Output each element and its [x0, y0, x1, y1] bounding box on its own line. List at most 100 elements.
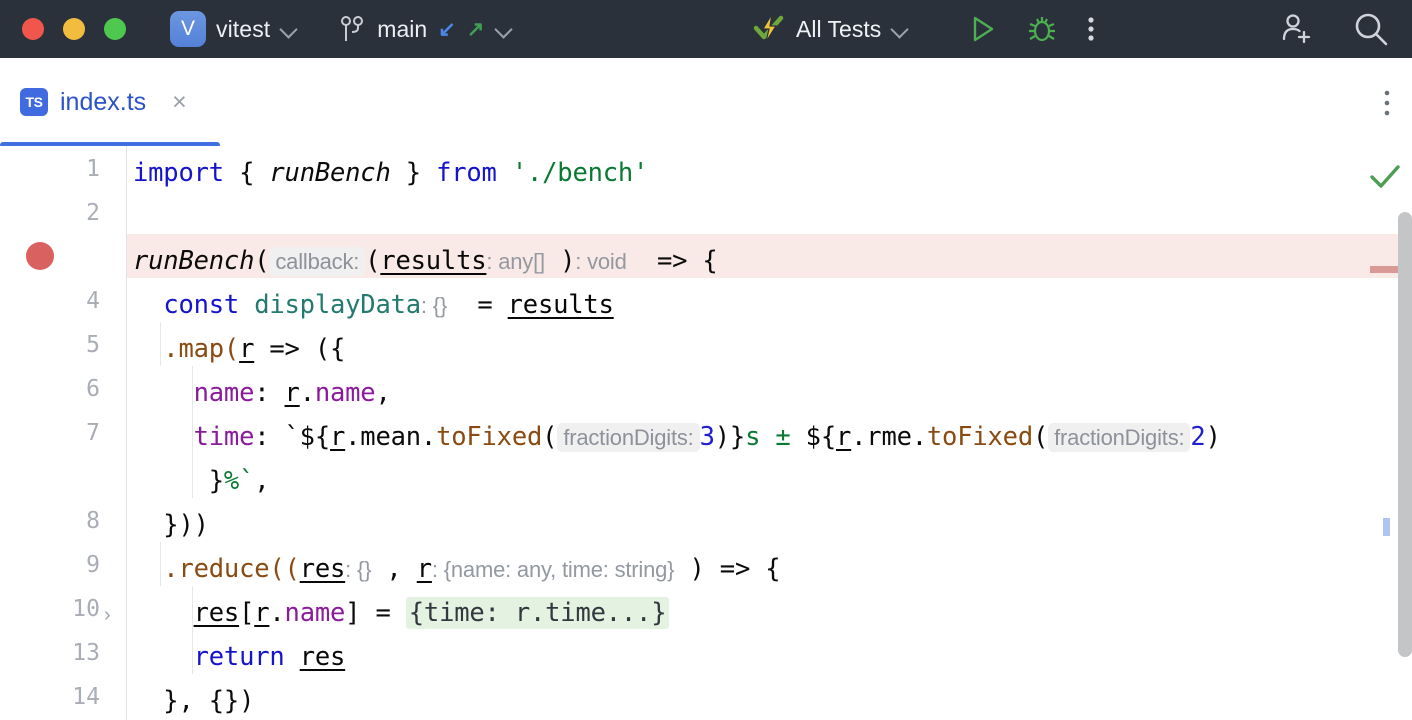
token-comma: ,	[375, 378, 390, 408]
code-line-5[interactable]: .map(r => ({	[133, 334, 345, 364]
debug-bug-icon[interactable]	[1026, 13, 1058, 45]
token-name-key: name	[133, 378, 254, 408]
code-line-6[interactable]: name: r.name,	[133, 378, 391, 408]
line-number: 1	[0, 156, 100, 182]
code-line-7[interactable]: time: `${r.mean.toFixed(fractionDigits:3…	[133, 422, 1221, 452]
token-r-ref: r	[285, 378, 300, 408]
token-from: from	[436, 158, 497, 188]
token-name-prop-2: name	[285, 598, 346, 628]
run-configuration-label: All Tests	[796, 16, 881, 43]
indent	[133, 598, 194, 628]
more-vertical-icon[interactable]	[1086, 13, 1096, 45]
vcs-branch-selector[interactable]: main ↙ ↗	[340, 14, 513, 44]
chevron-down-icon[interactable]	[280, 20, 298, 38]
code-editor[interactable]: › 1 2 4 5 6 7 8 9 10 13 14 import { runB…	[0, 146, 1412, 720]
token-paren-2: (	[1033, 422, 1048, 452]
token-colon: :	[254, 422, 284, 452]
code-line-9[interactable]: .reduce((res: {} , r: {name: any, time: …	[133, 554, 780, 584]
code-line-13[interactable]: return res	[133, 642, 345, 672]
outgoing-changes-icon[interactable]: ↗	[467, 19, 485, 40]
token-interp-open-2: ${	[806, 422, 836, 452]
token-brace-open: {	[224, 158, 269, 188]
code-line-1[interactable]: import { runBench } from './bench'	[133, 158, 648, 188]
run-configuration-selector[interactable]: All Tests	[752, 12, 909, 46]
change-stripe-marker[interactable]	[1383, 518, 1390, 536]
code-line-8[interactable]: }))	[133, 510, 209, 540]
line-number: 6	[0, 376, 100, 402]
token-map: .map(	[133, 334, 239, 364]
minimize-window-button[interactable]	[63, 18, 85, 40]
token-time-key: time	[133, 422, 254, 452]
title-bar-right-actions	[1278, 10, 1390, 48]
token-name-prop: name	[315, 378, 376, 408]
code-line-10[interactable]: res[r.name] = {time: r.time...}	[133, 598, 669, 628]
breakpoint-marker[interactable]	[26, 242, 54, 270]
token-module-path: './bench'	[497, 158, 649, 188]
token-arrow-open: => ({	[254, 334, 345, 364]
token-close-reduce: }, {})	[133, 686, 254, 716]
token-displaydata: displayData	[239, 290, 421, 320]
token-import: import	[133, 158, 224, 188]
token-colon: :	[254, 378, 284, 408]
token-res-ret: res	[300, 642, 345, 672]
run-config-chevron-down-icon[interactable]	[891, 20, 909, 38]
token-runbench: runBench	[269, 158, 390, 188]
tab-options-icon[interactable]	[1382, 88, 1392, 118]
incoming-changes-icon[interactable]: ↙	[438, 19, 456, 40]
line-number: 8	[0, 508, 100, 534]
token-res-ref: res	[194, 598, 239, 628]
line-number: 7	[0, 420, 100, 446]
token-bracket-close-eq: ] =	[345, 598, 406, 628]
editor-scrollbar[interactable]	[1398, 146, 1412, 720]
token-runbench-call: runBench	[133, 246, 254, 276]
code-fold-arrow-icon[interactable]: ›	[104, 604, 111, 627]
token-res-param: res	[300, 554, 345, 584]
token-brace-close: }	[391, 158, 436, 188]
code-line-4[interactable]: const displayData: {} = results	[133, 290, 614, 320]
code-line-14[interactable]: }, {})	[133, 686, 254, 716]
project-selector[interactable]: V vitest	[170, 11, 298, 47]
token-r-ref-2: r	[836, 422, 851, 452]
add-user-icon[interactable]	[1278, 11, 1314, 47]
test-check-lightning-icon	[752, 12, 786, 46]
token-dot: .	[269, 598, 284, 628]
token-arrow-brace: ) => {	[674, 554, 780, 584]
token-r-param-2: r	[417, 554, 432, 584]
project-name-label: vitest	[216, 16, 270, 43]
token-const: const	[163, 290, 239, 320]
close-tab-icon[interactable]: ×	[172, 90, 187, 115]
line-number: 13	[0, 640, 100, 666]
token-equals: =	[447, 290, 508, 320]
code-line-3[interactable]: runBench(callback:(results: any[] ): voi…	[133, 246, 718, 276]
scrollbar-thumb[interactable]	[1398, 212, 1412, 657]
token-close-interp: )}	[715, 422, 745, 452]
close-window-button[interactable]	[22, 18, 44, 40]
token-r-ref-3: r	[254, 598, 269, 628]
token-close-map: }))	[133, 510, 209, 540]
token-interp-close: }	[133, 466, 224, 496]
title-bar: V vitest main ↙ ↗	[0, 0, 1412, 58]
branch-chevron-down-icon[interactable]	[495, 20, 513, 38]
gutter-separator	[126, 146, 127, 720]
run-icon[interactable]	[966, 13, 998, 45]
token-paren: (	[254, 246, 269, 276]
code-line-7-wrap[interactable]: }%`,	[133, 466, 269, 496]
line-number: 9	[0, 552, 100, 578]
search-icon[interactable]	[1352, 10, 1390, 48]
token-percent-template-end: %`	[224, 466, 254, 496]
typescript-file-icon: TS	[20, 88, 48, 116]
type-hint-void: : void	[575, 249, 626, 274]
type-hint-res: : {}	[345, 557, 371, 582]
ide-window: V vitest main ↙ ↗	[0, 0, 1412, 720]
token-arrow-brace: => {	[627, 246, 718, 276]
error-stripe-marker[interactable]	[1370, 266, 1398, 273]
maximize-window-button[interactable]	[104, 18, 126, 40]
inspection-ok-check-icon[interactable]	[1368, 162, 1402, 197]
tab-index-ts[interactable]: TS index.ts ×	[0, 58, 187, 146]
token-s-plusminus: s ±	[745, 422, 806, 452]
line-number: 4	[0, 288, 100, 314]
token-r-ref: r	[330, 422, 345, 452]
type-hint-object: : {}	[421, 293, 447, 318]
line-number: 5	[0, 332, 100, 358]
editor-tab-bar: TS index.ts ×	[0, 58, 1412, 147]
